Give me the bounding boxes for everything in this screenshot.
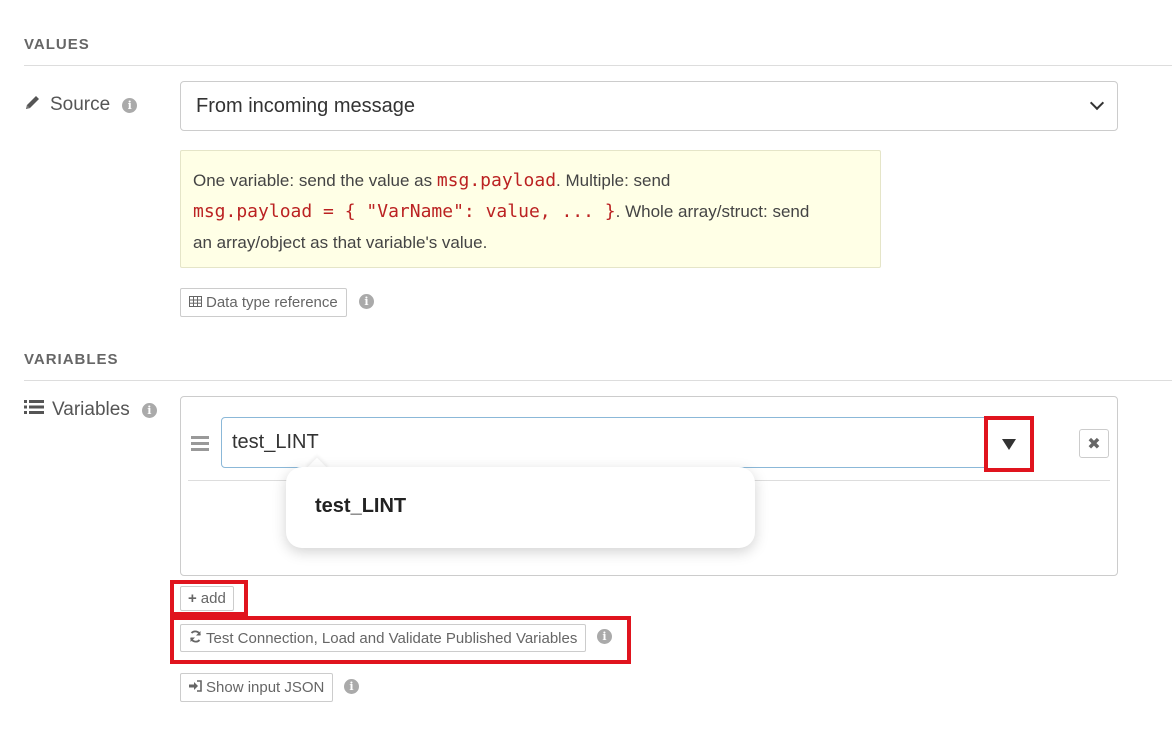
source-select[interactable]: From incoming message bbox=[180, 81, 1118, 131]
tip-text-3: . Whole array/struct: send bbox=[615, 202, 810, 221]
pencil-icon bbox=[24, 93, 42, 117]
drag-handle-icon[interactable] bbox=[191, 433, 209, 454]
tip-text-4: an array/object as that variable's value… bbox=[193, 233, 488, 252]
test-connection-button[interactable]: Test Connection, Load and Validate Publi… bbox=[180, 624, 587, 652]
info-icon[interactable]: i bbox=[597, 629, 612, 644]
values-section-title: VALUES bbox=[24, 36, 90, 53]
variable-name-value: test_LINT bbox=[232, 431, 319, 453]
add-label: add bbox=[200, 590, 226, 607]
variable-autocomplete-popup: test_LINT bbox=[286, 467, 755, 548]
data-type-reference-label: Data type reference bbox=[206, 294, 338, 311]
autocomplete-option[interactable]: test_LINT bbox=[315, 495, 406, 518]
tip-code-1: msg.payload bbox=[436, 170, 557, 191]
variables-label-row: Variables i bbox=[24, 399, 157, 421]
data-type-reference-button[interactable]: Data type reference bbox=[180, 288, 347, 317]
source-select-value: From incoming message bbox=[196, 94, 415, 117]
plus-icon: + bbox=[188, 590, 197, 607]
chevron-down-icon bbox=[1089, 95, 1105, 111]
show-input-json-button[interactable]: Show input JSON bbox=[180, 673, 334, 702]
remove-variable-button[interactable]: ✖ bbox=[1079, 429, 1109, 458]
caret-down-icon bbox=[1002, 438, 1016, 450]
info-icon[interactable]: i bbox=[122, 97, 138, 113]
add-variable-button[interactable]: + add bbox=[180, 586, 234, 611]
variables-divider bbox=[24, 380, 1172, 381]
variable-name-input[interactable]: test_LINT bbox=[221, 417, 991, 468]
refresh-icon bbox=[189, 630, 202, 646]
tip-text-2: . Multiple: send bbox=[556, 171, 671, 190]
list-icon bbox=[24, 399, 44, 421]
variables-section-title: VARIABLES bbox=[24, 351, 119, 368]
source-label: Source bbox=[50, 94, 111, 115]
variables-label: Variables bbox=[52, 399, 130, 420]
sign-in-icon bbox=[189, 680, 202, 695]
tip-code-2: msg.payload = { "VarName": value, ... } bbox=[193, 201, 616, 222]
test-connection-label: Test Connection, Load and Validate Publi… bbox=[206, 629, 578, 647]
info-icon[interactable]: i bbox=[141, 402, 157, 418]
payload-tip: One variable: send the value as msg.payl… bbox=[180, 150, 881, 268]
info-icon[interactable]: i bbox=[359, 294, 374, 309]
tip-text-1: One variable: send the value as bbox=[193, 171, 437, 190]
source-label-row: Source i bbox=[24, 93, 138, 117]
info-icon[interactable]: i bbox=[344, 679, 359, 694]
variable-dropdown-toggle[interactable] bbox=[984, 416, 1034, 472]
values-divider bbox=[24, 65, 1172, 66]
show-input-json-label: Show input JSON bbox=[206, 679, 325, 696]
table-icon bbox=[189, 295, 202, 310]
remove-icon: ✖ bbox=[1087, 435, 1101, 453]
